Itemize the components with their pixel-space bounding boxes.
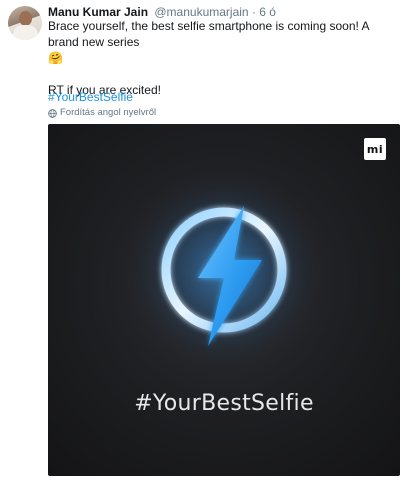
author-handle[interactable]: @manukumarjain [154, 5, 248, 19]
media-caption: #YourBestSelfie [134, 391, 314, 416]
hugging-face-emoji-icon: 🤗 [48, 51, 63, 65]
translate-link[interactable]: Fordítás angol nyelvről [48, 106, 156, 120]
tweet-text: Brace yourself, the best selfie smartpho… [48, 18, 400, 98]
separator-dot: · [251, 5, 256, 19]
tweet-media-image[interactable]: mi #YourBestSelfie [48, 124, 400, 476]
lightning-bolt-icon [119, 165, 329, 375]
tweet-text-line1: Brace yourself, the best selfie smartpho… [48, 19, 369, 49]
globe-icon [48, 108, 57, 118]
hashtag-link[interactable]: #YourBestSelfie [48, 89, 133, 105]
author-name[interactable]: Manu Kumar Jain [48, 5, 148, 19]
avatar-shirt [13, 25, 38, 40]
translate-label: Fordítás angol nyelvről [60, 107, 157, 118]
avatar-face [19, 11, 32, 26]
tweet: Manu Kumar Jain @manukumarjain · 6 ó Bra… [0, 0, 408, 480]
tweet-timestamp[interactable]: 6 ó [259, 5, 276, 19]
avatar[interactable] [8, 6, 42, 40]
